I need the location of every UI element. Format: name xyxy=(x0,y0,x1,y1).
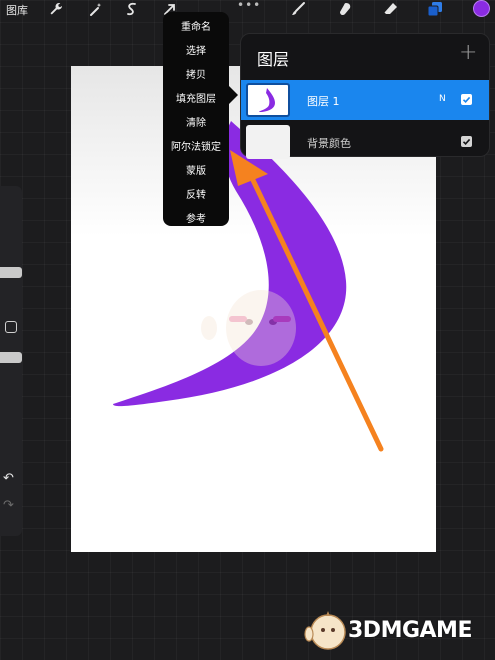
layer-row-1[interactable]: 图层 1 N xyxy=(241,80,489,120)
menu-pointer xyxy=(229,86,238,104)
menu-item-rename[interactable]: 重命名 xyxy=(163,16,229,40)
layer-thumbnail[interactable] xyxy=(246,125,290,159)
menu-item-alpha-lock[interactable]: 阿尔法锁定 xyxy=(163,136,229,160)
menu-item-reference[interactable]: 参考 xyxy=(163,208,229,232)
visibility-checkbox[interactable] xyxy=(461,136,472,147)
menu-item-mask[interactable]: 蒙版 xyxy=(163,160,229,184)
add-layer-button[interactable]: + xyxy=(459,40,477,65)
gallery-button[interactable]: 图库 xyxy=(6,2,28,18)
eraser-icon[interactable] xyxy=(383,1,399,17)
eyedropper-square-button[interactable] xyxy=(5,321,17,333)
layer-name: 背景颜色 xyxy=(307,137,351,150)
menu-item-select[interactable]: 选择 xyxy=(163,40,229,64)
layer-thumbnail[interactable] xyxy=(246,83,290,117)
wrench-icon[interactable] xyxy=(48,1,64,17)
brush-size-slider[interactable] xyxy=(0,267,22,278)
layers-icon[interactable] xyxy=(427,1,443,17)
layer-name: 图层 1 xyxy=(307,95,340,108)
more-options-icon[interactable]: ••• xyxy=(237,0,261,12)
undo-icon[interactable]: ↶ xyxy=(3,471,14,486)
magic-wand-icon[interactable] xyxy=(88,1,104,17)
smudge-icon[interactable] xyxy=(337,1,353,17)
redo-icon[interactable]: ↷ xyxy=(3,498,14,513)
brush-icon[interactable] xyxy=(290,1,306,17)
layers-panel: 图层 + 图层 1 N 背景颜色 xyxy=(240,33,490,159)
watermark-text: 3DMGAME xyxy=(348,618,472,643)
menu-item-copy[interactable]: 拷贝 xyxy=(163,64,229,88)
layer-options-menu: 重命名 选择 拷贝 填充图层 清除 阿尔法锁定 蒙版 反转 参考 xyxy=(163,12,229,226)
visibility-checkbox[interactable] xyxy=(461,94,472,105)
menu-item-fill-layer[interactable]: 填充图层 xyxy=(163,88,229,112)
selection-icon[interactable] xyxy=(124,1,140,17)
menu-item-clear[interactable]: 清除 xyxy=(163,112,229,136)
mascot-logo-icon xyxy=(304,611,346,650)
site-watermark: 3DMGAME xyxy=(302,608,492,654)
opacity-slider[interactable] xyxy=(0,352,22,363)
top-toolbar: 图库 ••• xyxy=(0,0,495,20)
menu-item-invert[interactable]: 反转 xyxy=(163,184,229,208)
panel-title: 图层 xyxy=(257,50,290,69)
left-sidebar: ↶ ↷ xyxy=(0,186,22,536)
color-picker-button[interactable] xyxy=(473,0,490,17)
blend-mode-button[interactable]: N xyxy=(439,94,446,104)
layer-row-background[interactable]: 背景颜色 xyxy=(241,122,489,162)
